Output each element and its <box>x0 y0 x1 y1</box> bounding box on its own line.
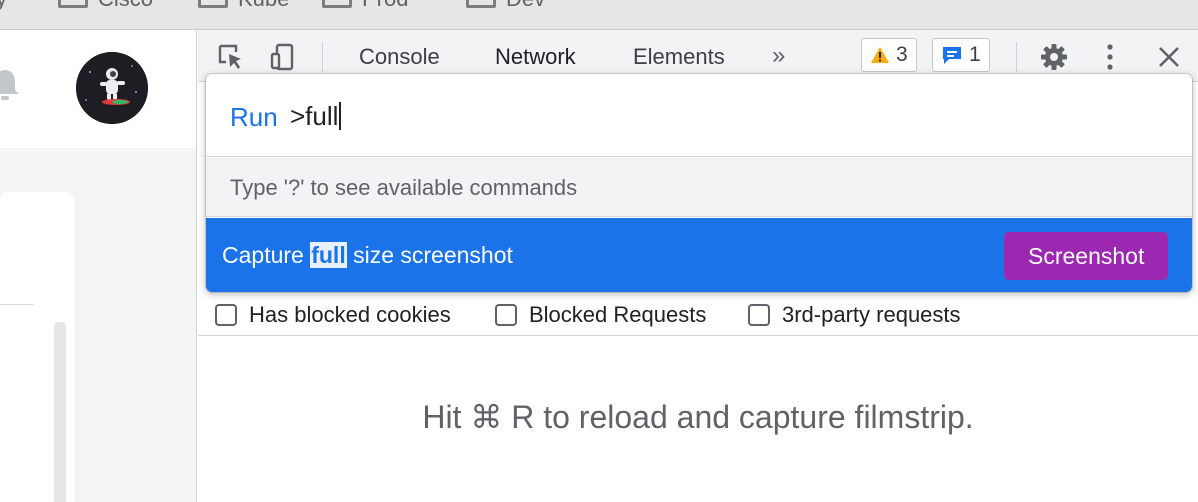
checkbox-box[interactable] <box>748 304 770 326</box>
command-item-capture-full-size-screenshot[interactable]: Capture full size screenshot Screenshot <box>206 218 1192 292</box>
close-icon[interactable] <box>1152 40 1186 74</box>
messages-badge[interactable]: 1 <box>932 38 990 72</box>
bookmark-folder[interactable]: Dev <box>466 0 545 12</box>
more-options-icon[interactable] <box>1093 40 1127 74</box>
command-item-match: full <box>310 242 347 268</box>
command-item-suffix: size screenshot <box>346 242 513 268</box>
bookmark-label: Prod <box>362 0 408 12</box>
command-category-badge: Screenshot <box>1004 232 1169 280</box>
bookmarks-bar: y Cisco Kube Prod Dev <box>0 0 1198 30</box>
toolbar-divider <box>322 42 323 72</box>
tab-console[interactable]: Console <box>359 44 440 70</box>
checkbox-box[interactable] <box>495 304 517 326</box>
command-prompt: Run <box>230 102 278 132</box>
tab-network[interactable]: Network <box>495 44 576 70</box>
web-page <box>0 30 197 502</box>
command-hint: Type '?' to see available commands <box>206 158 1192 217</box>
message-icon <box>943 47 961 64</box>
third-party-requests-checkbox[interactable]: 3rd-party requests <box>748 302 961 328</box>
warnings-count: 3 <box>896 43 908 66</box>
bell-icon[interactable] <box>0 66 24 104</box>
bookmark-label: y <box>0 0 7 12</box>
checkbox-label: Has blocked cookies <box>249 302 451 327</box>
warnings-badge[interactable]: 3 <box>861 38 917 72</box>
bookmark-folder[interactable]: Cisco <box>58 0 153 12</box>
network-filter-row: Has blocked cookies Blocked Requests 3rd… <box>198 292 1198 336</box>
bookmark-folder[interactable]: Prod <box>322 0 408 12</box>
messages-count: 1 <box>969 43 981 66</box>
folder-icon <box>322 0 352 8</box>
command-item-prefix: Capture <box>222 242 311 268</box>
folder-icon <box>58 0 88 8</box>
has-blocked-cookies-checkbox[interactable]: Has blocked cookies <box>215 302 451 328</box>
text-caret <box>339 102 342 130</box>
blocked-requests-checkbox[interactable]: Blocked Requests <box>495 302 706 328</box>
gear-icon[interactable] <box>1037 40 1071 74</box>
checkbox-box[interactable] <box>215 304 237 326</box>
command-input[interactable]: Run >full <box>206 74 1192 157</box>
bookmark-label: Cisco <box>98 0 153 12</box>
folder-icon <box>466 0 496 8</box>
bookmark-folder[interactable]: Kube <box>198 0 289 12</box>
inspect-element-icon[interactable] <box>214 40 248 74</box>
page-header <box>0 30 196 150</box>
astronaut-icon <box>76 52 148 124</box>
network-empty-message: Hit ⌘ R to reload and capture filmstrip. <box>422 399 974 435</box>
bookmark-label: Dev <box>506 0 545 12</box>
command-item-label: Capture full size screenshot <box>222 242 513 269</box>
bookmark-item[interactable]: y <box>0 0 7 12</box>
checkbox-label: 3rd-party requests <box>782 302 961 327</box>
command-query[interactable]: >full <box>290 101 342 132</box>
divider <box>0 304 34 305</box>
command-hint-text: Type '?' to see available commands <box>230 175 578 200</box>
avatar[interactable] <box>76 52 148 124</box>
tab-elements[interactable]: Elements <box>633 44 725 70</box>
folder-icon <box>198 0 228 8</box>
toolbar-divider <box>1016 42 1017 72</box>
device-toolbar-icon[interactable] <box>266 40 300 74</box>
scrollbar[interactable] <box>54 322 66 502</box>
more-tabs-button[interactable]: » <box>772 42 785 70</box>
bookmark-label: Kube <box>238 0 289 12</box>
command-menu: Run >full Type '?' to see available comm… <box>206 74 1192 292</box>
checkbox-label: Blocked Requests <box>529 302 707 327</box>
command-query-text: >full <box>290 101 339 131</box>
warning-icon <box>871 47 889 63</box>
